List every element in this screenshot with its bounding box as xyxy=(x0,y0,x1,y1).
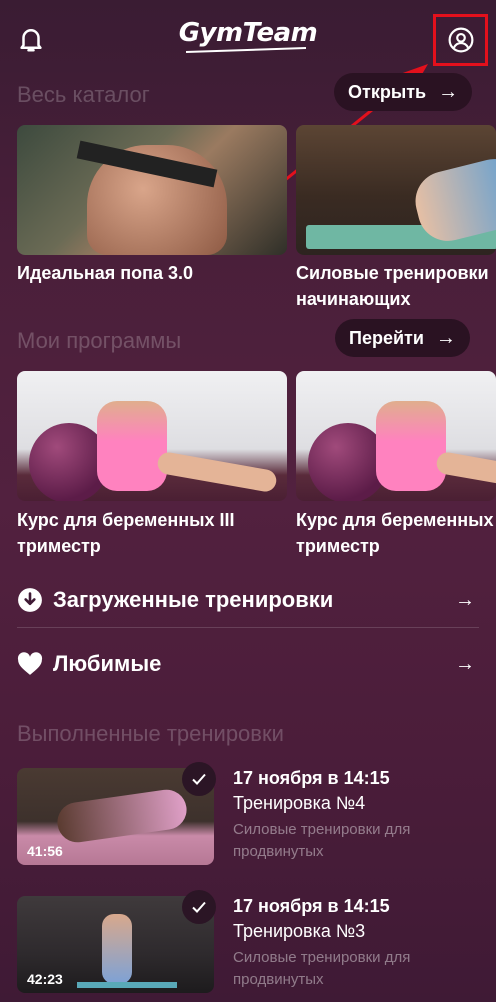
arrow-right-icon: → xyxy=(455,588,475,611)
program-card-2[interactable] xyxy=(296,371,496,501)
program-card-1-title: Курс для беременных III триместр xyxy=(17,507,235,559)
catalog-title: Весь каталог xyxy=(17,82,150,107)
card-title-line: Курс для беременных III xyxy=(17,510,235,530)
go-programs-label: Перейти xyxy=(349,327,424,348)
check-icon xyxy=(182,890,216,924)
heart-icon xyxy=(17,652,43,675)
open-catalog-button[interactable]: Открыть → xyxy=(334,73,473,111)
completed-item[interactable]: 41:56 17 ноября в 14:15 Тренировка №4 Си… xyxy=(17,762,479,868)
downloaded-workouts-link[interactable]: Загруженные тренировки → xyxy=(17,580,479,620)
card-photo-detail xyxy=(435,450,496,494)
duration-label: 42:23 xyxy=(27,971,63,987)
downloaded-workouts-label: Загруженные тренировки xyxy=(53,587,334,612)
arrow-right-icon: → xyxy=(435,326,456,349)
workout-program: Силовые тренировки для продвинутых xyxy=(233,949,411,988)
check-icon xyxy=(182,762,216,796)
card-photo-detail xyxy=(156,450,278,494)
card-title-line: Идеальная попа 3.0 xyxy=(17,263,194,283)
program-card-1[interactable] xyxy=(17,371,287,501)
profile-icon[interactable] xyxy=(448,27,474,53)
thumbnail-photo xyxy=(102,914,132,984)
program-card-2-title: Курс для беременных триместр xyxy=(296,507,493,559)
workout-name: Тренировка №3 xyxy=(233,921,366,941)
workout-program: Силовые тренировки для продвинутых xyxy=(233,821,411,860)
card-photo-detail xyxy=(376,401,446,491)
catalog-card-2-title: Силовые тренировки начинающих xyxy=(296,260,489,312)
card-photo-detail xyxy=(97,401,167,491)
card-title-line: Курс для беременных xyxy=(296,510,494,530)
favorites-label: Любимые xyxy=(53,651,162,676)
workout-name: Тренировка №4 xyxy=(233,793,366,813)
catalog-card-1-title: Идеальная попа 3.0 xyxy=(17,260,193,286)
go-programs-button[interactable]: Перейти → xyxy=(335,319,470,357)
workout-date: 17 ноября в 14:15 xyxy=(233,896,390,916)
logo-swoosh xyxy=(186,47,306,53)
card-title-line: триместр xyxy=(17,536,101,556)
thumbnail-photo-detail xyxy=(77,982,177,988)
card-title-line: триместр xyxy=(296,536,380,556)
open-catalog-label: Открыть xyxy=(348,81,427,102)
arrow-right-icon: → xyxy=(438,80,459,103)
catalog-card-1[interactable] xyxy=(17,125,287,255)
duration-label: 41:56 xyxy=(27,843,63,859)
divider xyxy=(17,627,479,628)
favorites-link[interactable]: Любимые → xyxy=(17,644,479,684)
download-icon xyxy=(18,588,42,612)
card-title-line: Силовые тренировки xyxy=(296,263,489,283)
catalog-card-2[interactable] xyxy=(296,125,496,255)
my-programs-title: Мои программы xyxy=(17,328,182,353)
completed-item[interactable]: 42:23 17 ноября в 14:15 Тренировка №3 Си… xyxy=(17,890,479,996)
top-bar: GymTeam xyxy=(0,0,496,78)
card-title-line: начинающих xyxy=(296,289,411,309)
arrow-right-icon: → xyxy=(455,652,475,675)
thumbnail-photo xyxy=(54,787,190,845)
profile-highlight-box[interactable] xyxy=(433,14,488,66)
app-logo: GymTeam xyxy=(178,18,318,48)
completed-title: Выполненные тренировки xyxy=(17,721,284,746)
workout-date: 17 ноября в 14:15 xyxy=(233,768,390,788)
